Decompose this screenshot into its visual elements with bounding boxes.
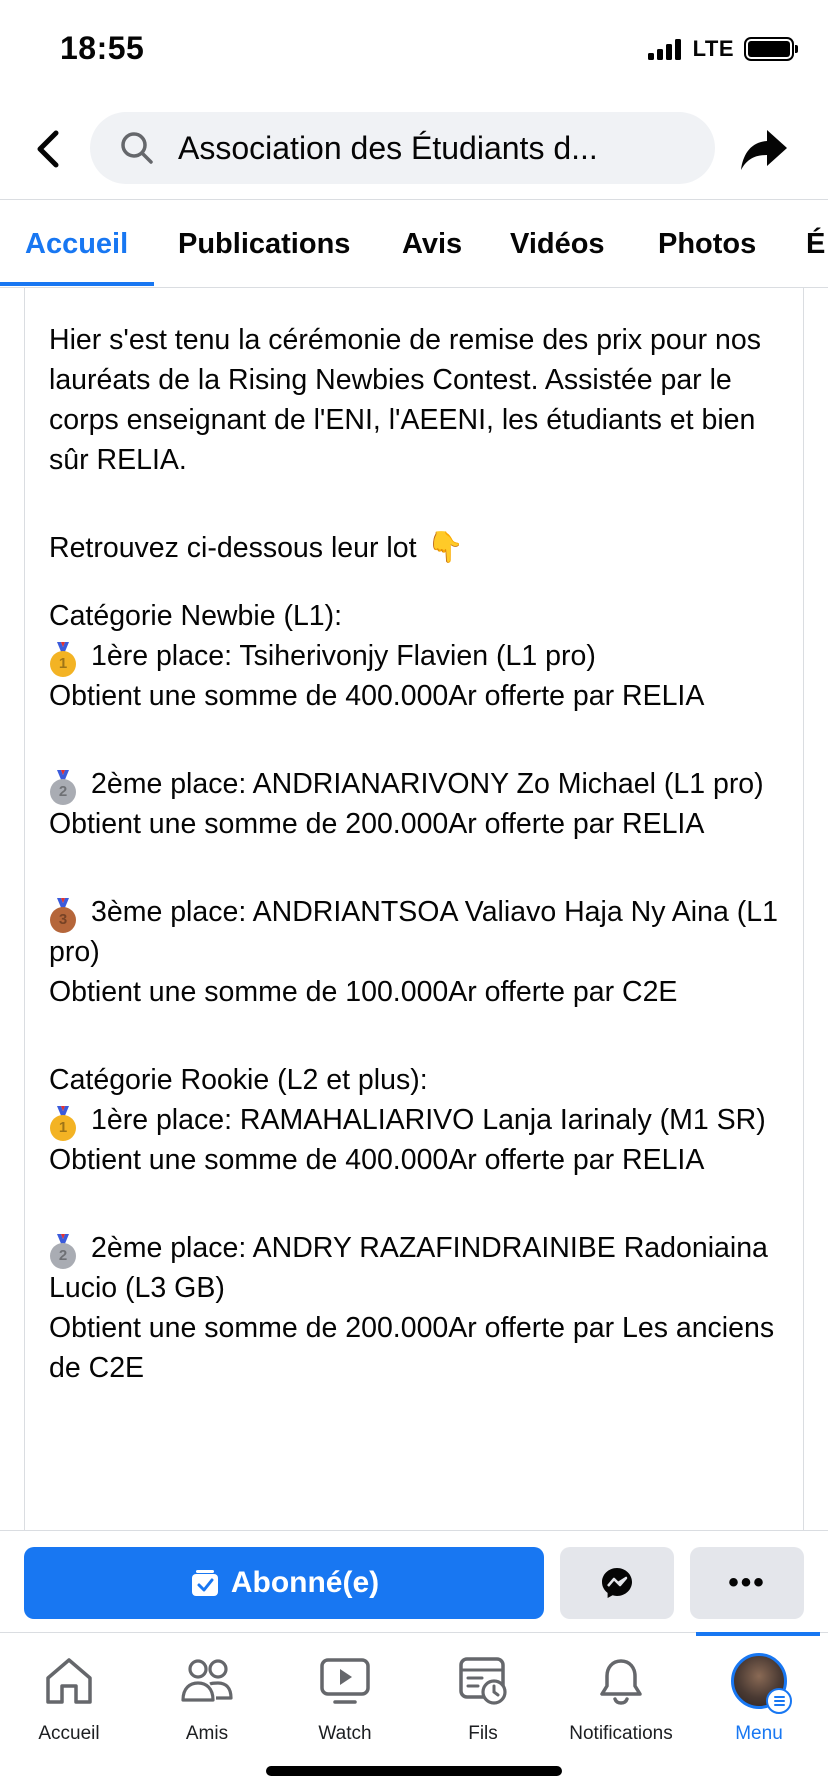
gold-medal-icon: 1 xyxy=(49,636,77,677)
share-icon[interactable] xyxy=(736,122,792,178)
nav-label: Accueil xyxy=(38,1723,100,1744)
tab-overflow[interactable]: É xyxy=(806,200,825,287)
award-prize: Obtient une somme de 200.000Ar offerte p… xyxy=(49,808,705,840)
list-item: 3 3ème place: ANDRIANTSOA Valiavo Haja Ny… xyxy=(49,892,789,972)
silver-medal-icon: 2 xyxy=(49,1228,77,1269)
nav-label: Menu xyxy=(735,1723,783,1744)
page-tabs: Accueil Publications Avis Vidéos Photos … xyxy=(0,200,828,288)
award-title: 3ème place: ANDRIANTSOA Valiavo Haja Ny … xyxy=(49,896,778,968)
active-tab-indicator xyxy=(0,282,154,286)
home-icon xyxy=(43,1653,95,1709)
watch-icon xyxy=(319,1653,371,1709)
post-retrouvez: Retrouvez ci-dessous leur lot 👇 xyxy=(49,528,789,568)
feeds-icon xyxy=(458,1653,508,1709)
nav-item-notifications[interactable]: Notifications xyxy=(552,1633,690,1753)
followed-check-icon xyxy=(191,1570,218,1596)
avatar-menu-icon xyxy=(731,1653,792,1714)
category-newbie-title: Catégorie Newbie (L1): xyxy=(49,600,343,632)
post-intro: Hier s'est tenu la cérémonie de remise d… xyxy=(49,324,761,476)
search-icon xyxy=(121,132,153,164)
tab-avis[interactable]: Avis xyxy=(402,200,462,287)
tab-accueil[interactable]: Accueil xyxy=(25,200,128,287)
nav-label: Amis xyxy=(185,1723,229,1744)
bell-icon xyxy=(598,1653,644,1709)
signal-icon xyxy=(647,38,681,60)
more-button[interactable]: ••• xyxy=(690,1547,804,1619)
award-title: 1ère place: RAMAHALIARIVO Lanja Iarinaly… xyxy=(91,1104,766,1136)
award-prize: Obtient une somme de 200.000Ar offerte p… xyxy=(49,1312,775,1384)
tab-publications[interactable]: Publications xyxy=(178,200,350,287)
list-item: 1 1ère place: RAMAHALIARIVO Lanja Iarinal… xyxy=(49,1100,789,1141)
award-prize: Obtient une somme de 400.000Ar offerte p… xyxy=(49,680,705,712)
award-title: 2ème place: ANDRY RAZAFINDRAINIBE Radoni… xyxy=(49,1232,768,1304)
category-rookie-title: Catégorie Rookie (L2 et plus): xyxy=(49,1064,428,1096)
status-bar: 18:55 LTE xyxy=(0,0,828,100)
messenger-button[interactable] xyxy=(560,1547,674,1619)
active-nav-indicator xyxy=(696,1632,820,1636)
nav-item-fils[interactable]: Fils xyxy=(414,1633,552,1753)
network-type: LTE xyxy=(692,36,734,61)
award-title: 2ème place: ANDRIANARIVONY Zo Michael (L… xyxy=(91,768,764,800)
retrouvez-text: Retrouvez ci-dessous leur lot xyxy=(49,532,417,564)
battery-icon xyxy=(744,37,798,61)
back-arrow-icon[interactable] xyxy=(28,124,68,174)
bronze-medal-icon: 3 xyxy=(49,892,77,933)
post-card: Hier s'est tenu la cérémonie de remise d… xyxy=(24,288,804,1530)
search-input[interactable]: Association des Étudiants d... xyxy=(90,112,715,184)
status-indicators: LTE xyxy=(647,36,798,62)
page-action-bar: Abonné(e) ••• xyxy=(0,1530,828,1632)
nav-label: Fils xyxy=(468,1723,498,1744)
award-prize: Obtient une somme de 400.000Ar offerte p… xyxy=(49,1144,705,1176)
messenger-icon xyxy=(602,1568,632,1598)
gold-medal-icon: 1 xyxy=(49,1100,77,1141)
post-content-area[interactable]: Hier s'est tenu la cérémonie de remise d… xyxy=(0,288,828,1530)
friends-icon xyxy=(180,1653,234,1709)
status-time: 18:55 xyxy=(60,30,145,66)
tab-videos[interactable]: Vidéos xyxy=(510,200,605,287)
list-item: 1 1ère place: Tsiherivonjy Flavien (L1 pr… xyxy=(49,636,789,677)
nav-item-watch[interactable]: Watch xyxy=(276,1633,414,1753)
award-title: 1ère place: Tsiherivonjy Flavien (L1 pro… xyxy=(91,640,596,672)
nav-item-amis[interactable]: Amis xyxy=(138,1633,276,1753)
home-indicator[interactable] xyxy=(266,1766,562,1776)
nav-item-menu[interactable]: Menu xyxy=(690,1633,828,1753)
nav-label: Notifications xyxy=(569,1723,673,1744)
list-item: 2 2ème place: ANDRY RAZAFINDRAINIBE Radon… xyxy=(49,1228,789,1308)
nav-label: Watch xyxy=(318,1723,372,1744)
list-item: 2 2ème place: ANDRIANARIVONY Zo Michael (… xyxy=(49,764,789,805)
silver-medal-icon: 2 xyxy=(49,764,77,805)
followed-button[interactable]: Abonné(e) xyxy=(24,1547,544,1619)
search-text: Association des Étudiants d... xyxy=(178,129,598,166)
more-icon: ••• xyxy=(728,1566,766,1599)
award-prize: Obtient une somme de 100.000Ar offerte p… xyxy=(49,976,678,1008)
pointing-down-hand-icon: 👇 xyxy=(426,531,464,564)
post-text: Hier s'est tenu la cérémonie de remise d… xyxy=(49,320,789,1388)
menu-badge-icon xyxy=(766,1688,792,1714)
followed-label: Abonné(e) xyxy=(230,1566,380,1599)
search-header: Association des Étudiants d... xyxy=(0,100,828,200)
tab-photos[interactable]: Photos xyxy=(658,200,756,287)
nav-item-accueil[interactable]: Accueil xyxy=(0,1633,138,1753)
